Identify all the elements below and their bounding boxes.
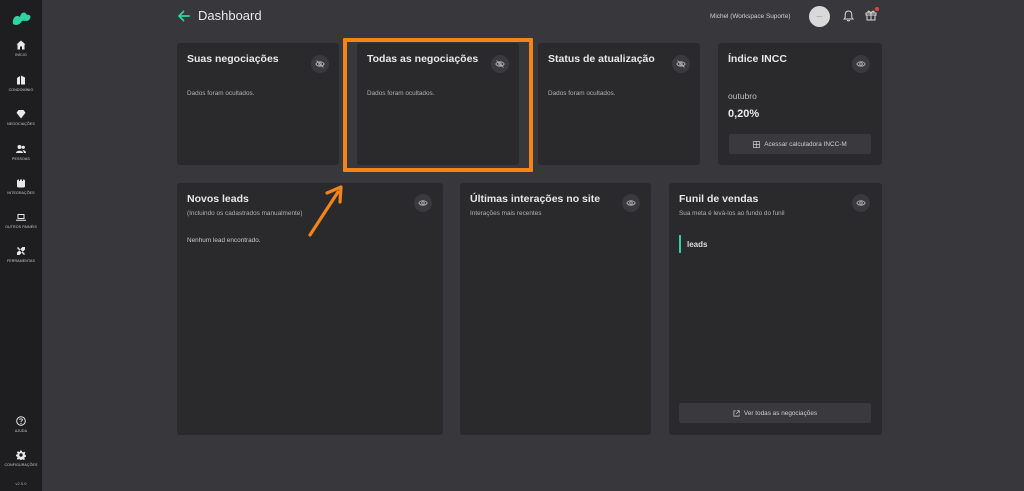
eye-icon [856, 61, 866, 67]
card-novos-leads: Novos leads (Incluindo os cadastrados ma… [177, 183, 443, 435]
app-version: v2.5.0 [15, 481, 27, 486]
external-link-icon [733, 409, 740, 416]
gear-icon [16, 450, 26, 460]
eye-off-icon [495, 60, 505, 68]
card-suas-negociacoes: Suas negociações Dados foram ocultados. [177, 43, 339, 165]
sidebar-item-label: Pessoas [12, 157, 30, 161]
card-status-atualizacao: Status de atualização Dados foram oculta… [538, 43, 700, 165]
card-title: Funil de vendas [679, 193, 759, 205]
sidebar-item-label: Negociações [7, 122, 35, 126]
laptop-icon [16, 214, 26, 221]
sidebar-item-label: Início [15, 53, 27, 57]
avatar[interactable]: — [809, 6, 830, 27]
home-icon [16, 40, 26, 50]
hide-toggle-button[interactable] [622, 194, 640, 212]
hide-toggle-button[interactable] [852, 55, 870, 73]
integrations-icon [17, 178, 25, 188]
card-hidden-text: Dados foram ocultados. [187, 90, 255, 97]
sidebar-item-label: Condomínio [8, 88, 34, 92]
sidebar-item-label: Ferramentas [7, 259, 35, 263]
card-ultimas-interacoes: Últimas interações no site Interações ma… [460, 183, 651, 435]
calculator-icon [753, 140, 761, 148]
incc-month: outubro [728, 91, 757, 101]
sidebar-item-label: Outros painéis [5, 225, 37, 229]
hide-toggle-button[interactable] [491, 55, 509, 73]
eye-icon [856, 200, 866, 206]
diamond-icon [16, 110, 26, 119]
card-title: Índice INCC [728, 53, 787, 65]
tools-icon [17, 247, 25, 255]
help-icon [16, 416, 26, 426]
hide-toggle-button[interactable] [414, 194, 432, 212]
sidebar-item-ferramentas[interactable]: Ferramentas [0, 246, 42, 263]
sidebar-item-configuracoes[interactable]: Configurações [0, 450, 42, 467]
eye-icon [626, 200, 636, 206]
avatar-text: — [816, 13, 823, 20]
hide-toggle-button[interactable] [311, 55, 329, 73]
sidebar-item-negociacoes[interactable]: Negociações [0, 109, 42, 126]
incc-calculator-button[interactable]: Acessar calculadora INCC-M [729, 134, 871, 154]
back-arrow-icon[interactable] [177, 9, 191, 23]
sidebar-item-integracoes[interactable]: Integrações [0, 178, 42, 195]
sidebar-item-label: Configurações [4, 463, 38, 467]
sidebar-item-condominio[interactable]: Condomínio [0, 75, 42, 92]
bell-icon[interactable] [843, 10, 854, 22]
card-title: Últimas interações no site [470, 193, 601, 205]
funnel-stage-label[interactable]: leads [687, 240, 707, 249]
sidebar: Início Condomínio Negociações Pessoas In… [0, 0, 42, 491]
card-title: Novos leads [187, 193, 249, 205]
sidebar-item-ajuda[interactable]: Ajuda [0, 416, 42, 433]
incc-calculator-label: Acessar calculadora INCC-M [764, 140, 847, 148]
card-hidden-text: Dados foram ocultados. [548, 90, 616, 97]
card-subtitle: Sua meta é levá-los ao fundo do funil [679, 210, 785, 217]
sidebar-item-label: Integrações [7, 191, 35, 195]
view-all-negotiations-label: Ver todas as negociações [743, 409, 818, 417]
card-title: Suas negociações [187, 53, 279, 65]
card-title: Status de atualização [548, 53, 655, 65]
sidebar-item-pessoas[interactable]: Pessoas [0, 144, 42, 161]
hide-toggle-button[interactable] [672, 55, 690, 73]
hide-toggle-button[interactable] [852, 194, 870, 212]
card-subtitle: Interações mais recentes [470, 210, 542, 217]
leads-empty-message: Nenhum lead encontrado. [187, 237, 261, 244]
incc-value: 0,20% [728, 108, 760, 120]
card-todas-negociacoes: Todas as negociações Dados foram ocultad… [357, 43, 519, 165]
user-name[interactable]: Michel (Workspace Suporte) [710, 13, 791, 20]
view-all-negotiations-button[interactable]: Ver todas as negociações [679, 403, 871, 423]
people-icon [16, 145, 26, 153]
card-hidden-text: Dados foram ocultados. [367, 90, 435, 97]
eye-icon [418, 200, 428, 206]
page-title: Dashboard [198, 8, 262, 23]
logo-icon[interactable] [10, 8, 32, 26]
card-subtitle: (Incluindo os cadastrados manualmente) [187, 210, 303, 217]
card-funil-vendas: Funil de vendas Sua meta é levá-los ao f… [669, 183, 882, 435]
sidebar-item-inicio[interactable]: Início [0, 40, 42, 57]
card-title: Todas as negociações [367, 53, 479, 65]
building-icon [17, 75, 25, 85]
sidebar-item-outros-paineis[interactable]: Outros painéis [0, 212, 42, 229]
sidebar-item-label: Ajuda [14, 429, 28, 433]
eye-off-icon [676, 60, 686, 68]
eye-off-icon [315, 60, 325, 68]
notification-dot [875, 7, 879, 11]
card-indice-incc: Índice INCC outubro 0,20% Acessar calcul… [718, 43, 882, 165]
funnel-stage-bar [679, 235, 681, 253]
